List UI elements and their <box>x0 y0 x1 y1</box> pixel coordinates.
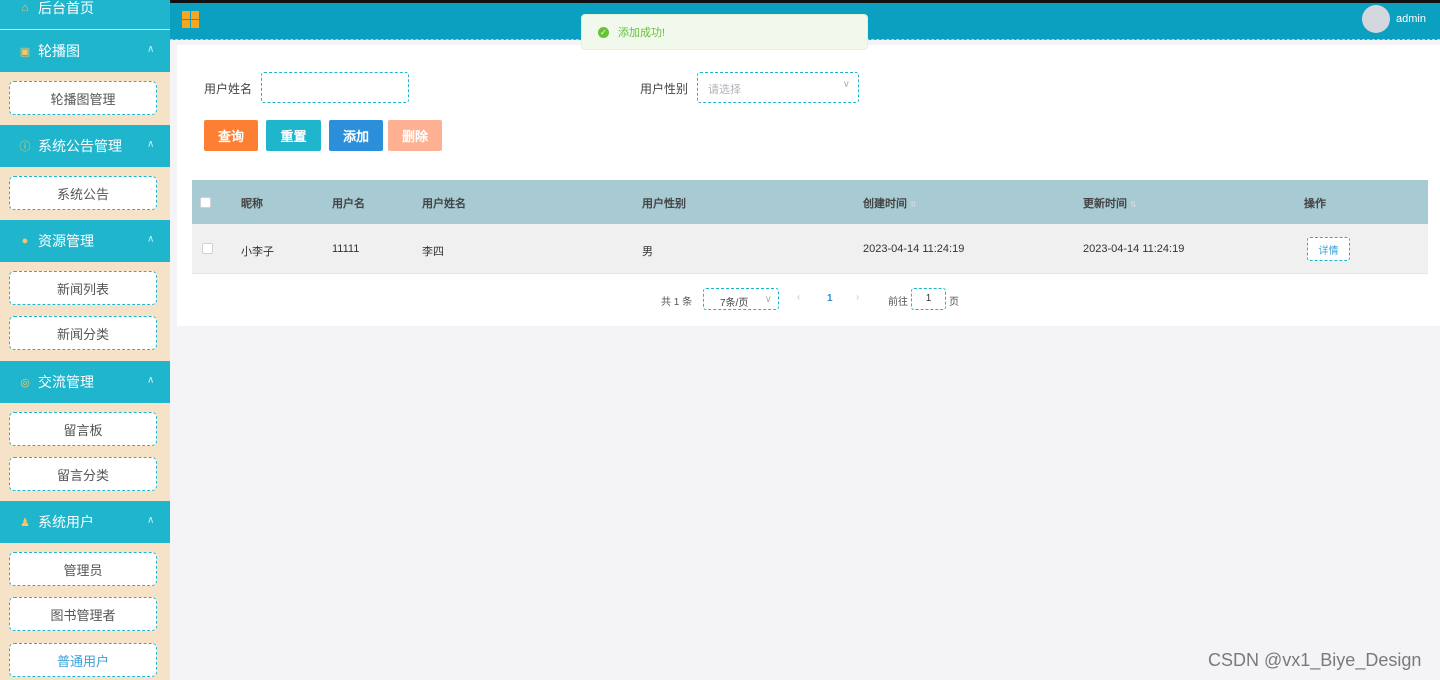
sidebar-item-message-category[interactable]: 留言分类 <box>9 457 157 491</box>
column-header-realname: 用户姓名 <box>422 198 466 210</box>
select-all-checkbox[interactable] <box>200 197 211 208</box>
username-label[interactable]: admin <box>1396 13 1426 25</box>
user-icon: ♟ <box>20 516 30 529</box>
delete-button[interactable]: 删除 <box>388 120 442 151</box>
table-row: 小李子 11111 李四 男 2023-04-14 11:24:19 2023-… <box>192 224 1428 274</box>
add-button[interactable]: 添加 <box>329 120 383 151</box>
sidebar-item-carousel-manage[interactable]: 轮播图管理 <box>9 81 157 115</box>
current-page-number[interactable]: 1 <box>827 293 833 304</box>
column-header-updated[interactable]: 更新时间 ⇅ <box>1083 195 1137 211</box>
gender-filter-label: 用户性别 <box>640 82 689 96</box>
sort-icon[interactable]: ⇅ <box>1130 200 1137 209</box>
page-suffix-label: 页 <box>949 297 959 308</box>
sidebar-item-home[interactable]: ⌂ 后台首页 <box>0 0 170 29</box>
name-filter-input[interactable] <box>261 72 409 103</box>
main-panel: 用户姓名 用户性别 请选择 ∨ 查询 重置 添加 删除 昵称 用户名 用户姓名 … <box>177 45 1440 326</box>
goto-label: 前往 <box>888 297 908 308</box>
sidebar-section-label: 系统用户 <box>38 514 94 530</box>
goto-page-input[interactable]: 1 <box>911 288 946 310</box>
sidebar-section-communication[interactable]: ◎ 交流管理 ∨ <box>0 361 170 403</box>
sidebar-section-label: 交流管理 <box>38 374 94 390</box>
sidebar-section-users[interactable]: ♟ 系统用户 ∨ <box>0 501 170 543</box>
sidebar-section-label: 系统公告管理 <box>38 138 122 154</box>
sidebar-section-resources[interactable]: ● 资源管理 ∨ <box>0 220 170 262</box>
image-icon: ▣ <box>19 45 31 58</box>
column-header-action: 操作 <box>1304 198 1326 210</box>
detail-button[interactable]: 详情 <box>1307 237 1350 261</box>
cell-gender: 男 <box>642 246 653 258</box>
chevron-up-icon: ∨ <box>146 43 154 54</box>
home-icon: ⌂ <box>21 2 29 14</box>
chevron-up-icon: ∨ <box>146 374 154 385</box>
chevron-down-icon: ∨ <box>764 294 772 305</box>
prev-page-icon[interactable]: ‹ <box>797 292 800 303</box>
chevron-down-icon: ∨ <box>842 79 850 90</box>
query-button[interactable]: 查询 <box>204 120 258 151</box>
cell-updated: 2023-04-14 11:24:19 <box>1083 243 1185 255</box>
sidebar-section-label: 资源管理 <box>38 233 94 249</box>
column-header-created[interactable]: 创建时间 ⇅ <box>863 195 917 211</box>
sort-icon[interactable]: ⇅ <box>910 200 917 209</box>
cell-username: 11111 <box>332 243 360 255</box>
column-header-nickname: 昵称 <box>241 198 263 210</box>
toast-message: 添加成功! <box>618 27 666 39</box>
sidebar-item-admins[interactable]: 管理员 <box>9 552 157 586</box>
gender-select[interactable]: 请选择 ∨ <box>697 72 859 103</box>
cell-realname: 李四 <box>422 246 444 258</box>
chat-icon: ◎ <box>20 376 30 389</box>
sidebar-item-news-category[interactable]: 新闻分类 <box>9 316 157 350</box>
watermark: CSDN @vx1_Biye_Design <box>1208 650 1422 670</box>
cell-created: 2023-04-14 11:24:19 <box>863 243 965 255</box>
sidebar: ⌂ 后台首页 ▣ 轮播图 ∨ 轮播图管理 ⓘ 系统公告管理 ∨ 系统公告 ● 资… <box>0 0 170 680</box>
sidebar-section-notice[interactable]: ⓘ 系统公告管理 ∨ <box>0 125 170 167</box>
sidebar-item-notice[interactable]: 系统公告 <box>9 176 157 210</box>
pagination-total: 共 1 条 <box>661 297 693 308</box>
sidebar-item-news-list[interactable]: 新闻列表 <box>9 271 157 305</box>
chevron-up-icon: ∨ <box>146 514 154 525</box>
sidebar-section-label: 轮播图 <box>38 43 80 59</box>
info-icon: ⓘ <box>19 141 31 153</box>
avatar[interactable] <box>1362 5 1390 33</box>
cell-nickname: 小李子 <box>241 246 274 258</box>
chevron-up-icon: ∨ <box>146 138 154 149</box>
chevron-up-icon: ∨ <box>146 233 154 244</box>
next-page-icon[interactable]: › <box>856 292 859 303</box>
column-header-username: 用户名 <box>332 198 365 210</box>
menu-grid-icon[interactable] <box>182 11 199 28</box>
name-filter-label: 用户姓名 <box>204 82 253 96</box>
success-toast: ✓ 添加成功! <box>581 14 868 50</box>
sidebar-item-librarians[interactable]: 图书管理者 <box>9 597 157 631</box>
sidebar-item-normal-users[interactable]: 普通用户 <box>9 643 157 677</box>
sidebar-item-label: 后台首页 <box>38 0 94 16</box>
column-header-gender: 用户性别 <box>642 198 686 210</box>
reset-button[interactable]: 重置 <box>266 120 321 151</box>
page-size-select[interactable]: 7条/页 ∨ <box>703 288 779 310</box>
location-pin-icon: ● <box>21 235 29 247</box>
sidebar-section-carousel[interactable]: ▣ 轮播图 ∨ <box>0 30 170 72</box>
row-checkbox[interactable] <box>202 243 213 254</box>
sidebar-item-message-board[interactable]: 留言板 <box>9 412 157 446</box>
check-circle-icon: ✓ <box>598 26 609 38</box>
gender-select-placeholder: 请选择 <box>708 84 741 96</box>
table-header: 昵称 用户名 用户姓名 用户性别 创建时间 ⇅ 更新时间 ⇅ 操作 <box>192 180 1428 224</box>
